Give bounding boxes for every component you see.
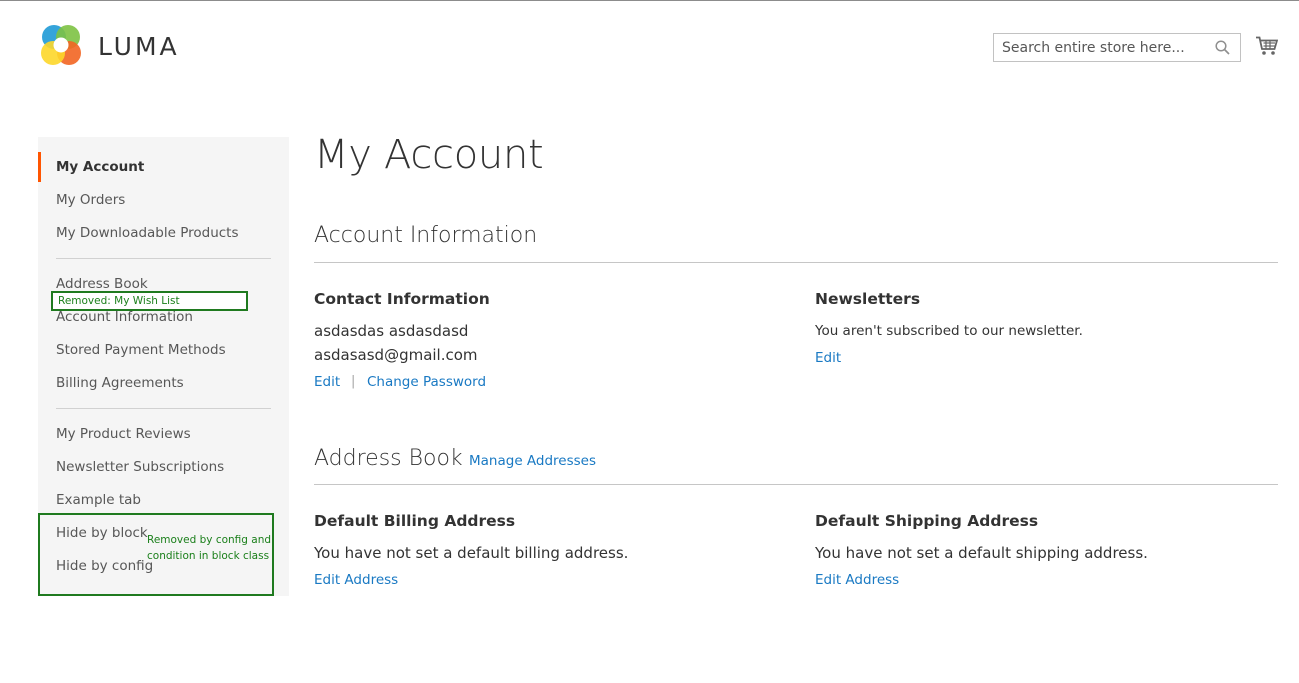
- annotation-box-wishlist: Removed: My Wish List: [51, 291, 248, 311]
- sidebar-item-product-reviews[interactable]: My Product Reviews: [56, 425, 191, 443]
- account-information-heading: Account Information: [314, 223, 538, 248]
- section-divider: [314, 262, 1278, 263]
- manage-addresses-link[interactable]: Manage Addresses: [469, 453, 596, 469]
- address-book-heading: Address Book: [314, 446, 463, 471]
- edit-billing-address-link[interactable]: Edit Address: [314, 572, 398, 588]
- sidebar-item-downloadable-products[interactable]: My Downloadable Products: [56, 224, 239, 242]
- sidebar-divider: [56, 408, 271, 409]
- sidebar-item-newsletter-subscriptions[interactable]: Newsletter Subscriptions: [56, 458, 224, 476]
- sidebar-item-billing-agreements[interactable]: Billing Agreements: [56, 374, 184, 392]
- search-icon[interactable]: [1215, 40, 1230, 59]
- sidebar-item-example-tab[interactable]: Example tab: [56, 491, 141, 509]
- annotation-text-config-1: Removed by config and: [147, 534, 272, 546]
- store-logo[interactable]: LUMA: [38, 23, 180, 69]
- contact-information-title: Contact Information: [314, 290, 490, 308]
- default-billing-title: Default Billing Address: [314, 512, 516, 530]
- default-shipping-title: Default Shipping Address: [815, 512, 1039, 530]
- logo-text: LUMA: [98, 31, 180, 61]
- annotation-text-wishlist: Removed: My Wish List: [58, 295, 180, 307]
- customer-email: asdasasd@gmail.com: [314, 346, 478, 364]
- top-border: [0, 0, 1299, 1]
- edit-contact-link[interactable]: Edit: [314, 374, 340, 390]
- cart-icon[interactable]: [1256, 36, 1279, 60]
- active-indicator: [38, 152, 41, 182]
- customer-name: asdasdas asdasdasd: [314, 322, 469, 340]
- annotation-text-config-2: condition in block class: [147, 550, 270, 562]
- edit-newsletter-link[interactable]: Edit: [815, 350, 841, 366]
- search-input[interactable]: [994, 34, 1212, 61]
- sidebar-divider: [56, 258, 271, 259]
- edit-shipping-address-link[interactable]: Edit Address: [815, 572, 899, 588]
- section-divider: [314, 484, 1278, 485]
- newsletter-status: You aren't subscribed to our newsletter.: [815, 323, 1083, 339]
- sidebar-item-my-account[interactable]: My Account: [56, 158, 144, 176]
- change-password-link[interactable]: Change Password: [367, 374, 486, 390]
- billing-address-text: You have not set a default billing addre…: [314, 544, 629, 562]
- sidebar-item-stored-payment-methods[interactable]: Stored Payment Methods: [56, 341, 226, 359]
- sidebar-item-my-orders[interactable]: My Orders: [56, 191, 125, 209]
- page-title: My Account: [314, 132, 544, 178]
- link-separator: |: [351, 374, 356, 389]
- search-box: [993, 33, 1241, 62]
- luma-logo-icon: [41, 25, 81, 65]
- shipping-address-text: You have not set a default shipping addr…: [815, 544, 1148, 562]
- newsletters-title: Newsletters: [815, 290, 921, 308]
